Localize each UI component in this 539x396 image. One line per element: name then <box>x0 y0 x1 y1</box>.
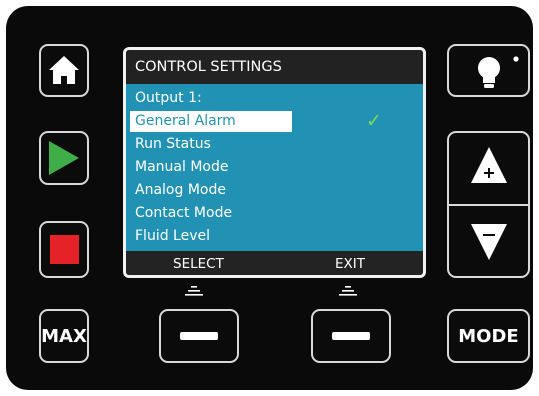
menu-item-label: Run Status <box>135 136 211 152</box>
softkey-right-marker-icon <box>339 286 357 296</box>
stop-icon <box>50 235 79 264</box>
light-button[interactable] <box>447 44 530 97</box>
arrow-up-plus-icon <box>471 147 507 183</box>
menu-item-run-status[interactable]: Run Status <box>126 133 423 156</box>
menu-item-general-alarm[interactable]: General Alarm ✓ <box>126 110 423 133</box>
menu-item-label: Output 1: <box>135 90 202 106</box>
softkey-left-marker-icon <box>185 286 203 296</box>
play-button[interactable] <box>39 131 89 185</box>
home-icon <box>49 56 79 84</box>
checkmark-icon: ✓ <box>366 110 382 132</box>
increase-button[interactable] <box>449 133 528 204</box>
softkey-exit-label: EXIT <box>335 256 366 272</box>
lcd-screen: CONTROL SETTINGS Output 1: General Alarm… <box>123 47 426 278</box>
dash-icon <box>180 332 218 340</box>
menu-item-label: Contact Mode <box>135 205 233 221</box>
play-icon <box>49 141 79 175</box>
arrow-down-minus-icon <box>471 224 507 260</box>
menu-list: Output 1: General Alarm ✓ Run Status Man… <box>126 87 423 248</box>
menu-item-manual-mode[interactable]: Manual Mode <box>126 156 423 179</box>
menu-item-label: Analog Mode <box>135 182 226 198</box>
menu-item-label: General Alarm <box>135 113 236 129</box>
exit-softkey-button[interactable] <box>311 309 391 363</box>
stop-button[interactable] <box>39 221 89 278</box>
home-button[interactable] <box>39 44 89 97</box>
softkey-bar: SELECT EXIT <box>126 251 423 275</box>
menu-item-label: Fluid Level <box>135 228 210 244</box>
mode-button[interactable]: MODE <box>447 309 530 363</box>
softkey-select-label: SELECT <box>173 256 224 272</box>
menu-item-fluid-level[interactable]: Fluid Level <box>126 225 423 248</box>
dash-icon <box>332 332 370 340</box>
lightbulb-icon <box>478 56 519 88</box>
menu-item-label: Manual Mode <box>135 159 229 175</box>
menu-item-contact-mode[interactable]: Contact Mode <box>126 202 423 225</box>
max-button[interactable]: MAX <box>39 309 89 363</box>
menu-item-output-1[interactable]: Output 1: <box>126 87 423 110</box>
select-softkey-button[interactable] <box>159 309 239 363</box>
menu-item-analog-mode[interactable]: Analog Mode <box>126 179 423 202</box>
max-label: MAX <box>41 325 87 347</box>
mode-label: MODE <box>458 325 519 347</box>
decrease-button[interactable] <box>449 206 528 276</box>
screen-title: CONTROL SETTINGS <box>126 50 423 84</box>
up-down-rocker <box>447 131 530 278</box>
